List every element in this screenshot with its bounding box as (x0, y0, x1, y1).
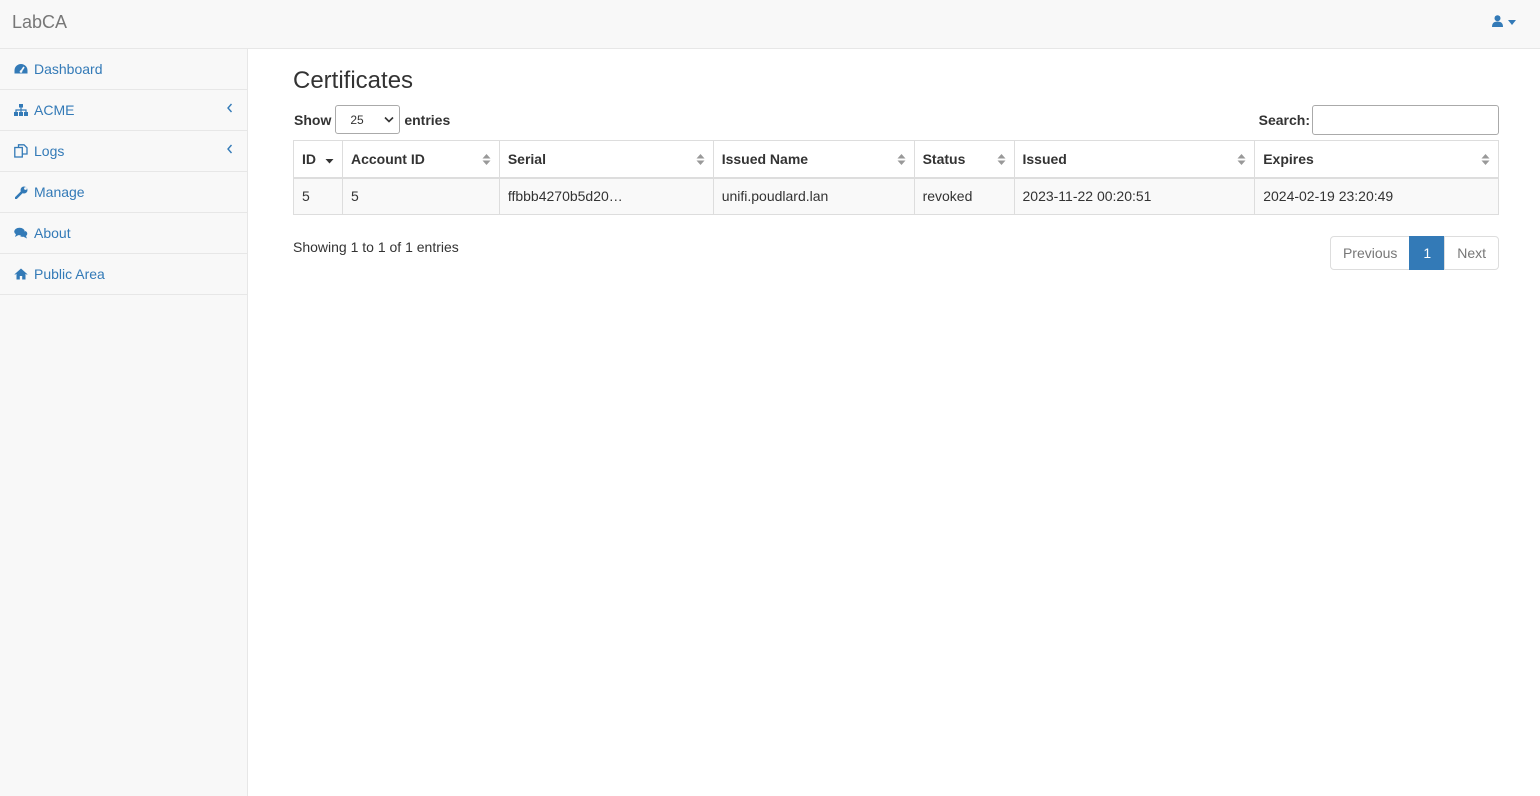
cell-id: 5 (293, 177, 343, 215)
chevron-down-icon (384, 116, 394, 123)
column-header-serial[interactable]: Serial (498, 140, 714, 179)
column-header-label: Issued Name (721, 150, 809, 167)
top-navbar: LabCA (0, 0, 1540, 49)
sidebar-item-public-area[interactable]: Public Area (0, 254, 247, 295)
previous-page-button[interactable]: Previous (1329, 236, 1411, 270)
copy-icon (14, 144, 28, 158)
sort-icon (1481, 154, 1490, 165)
sidebar-item-label: About (34, 225, 71, 241)
comments-icon (14, 226, 28, 240)
sidebar: Dashboard ACME Logs Manage About Public … (0, 49, 248, 796)
cell-issued-name: unifi.poudlard.lan (712, 177, 915, 215)
sidebar-item-logs[interactable]: Logs (0, 131, 247, 172)
sidebar-item-about[interactable]: About (0, 213, 247, 254)
show-label: Show (294, 111, 332, 128)
sidebar-item-label: Public Area (34, 266, 105, 282)
sidebar-item-manage[interactable]: Manage (0, 172, 247, 213)
caret-down-icon (1508, 20, 1516, 25)
page-title: Certificates (293, 67, 414, 94)
sort-icon (696, 154, 705, 165)
pagination: Previous 1 Next (1329, 236, 1499, 270)
sort-icon (897, 154, 906, 165)
sidebar-item-label: ACME (34, 102, 75, 118)
column-header-id[interactable]: ID (293, 140, 343, 179)
column-header-label: Serial (507, 150, 546, 167)
page-length-select[interactable]: 25 (335, 105, 401, 134)
column-header-label: Issued (1022, 150, 1067, 167)
sitemap-icon (14, 103, 28, 117)
sort-icon (1237, 154, 1246, 165)
chevron-left-icon (227, 103, 233, 113)
page-length-value: 25 (350, 112, 364, 127)
next-page-button[interactable]: Next (1444, 236, 1499, 270)
sort-desc-icon (325, 159, 334, 164)
column-header-account-id[interactable]: Account ID (341, 140, 500, 179)
wrench-icon (14, 185, 28, 199)
sidebar-item-label: Dashboard (34, 61, 103, 77)
user-icon (1492, 14, 1503, 30)
column-header-issued[interactable]: Issued (1013, 140, 1256, 179)
column-header-label: Expires (1263, 150, 1314, 167)
cell-status: revoked (913, 177, 1015, 215)
table-info: Showing 1 to 1 of 1 entries (293, 239, 459, 255)
table-header-row: ID Account ID Serial Issued Name Status (293, 140, 1499, 179)
column-header-label: Status (922, 150, 966, 167)
column-header-label: ID (302, 150, 316, 167)
sidebar-item-dashboard[interactable]: Dashboard (0, 49, 247, 90)
sidebar-item-acme[interactable]: ACME (0, 90, 247, 131)
brand-logo[interactable]: LabCA (12, 12, 67, 33)
table-row[interactable]: 5 5 ffbbb4270b5d20… unifi.poudlard.lan r… (293, 177, 1499, 215)
page-1-button[interactable]: 1 (1409, 236, 1446, 270)
column-header-status[interactable]: Status (913, 140, 1015, 179)
search-control: Search: (1259, 105, 1499, 135)
cell-issued: 2023-11-22 00:20:51 (1013, 177, 1256, 215)
cell-serial: ffbbb4270b5d20… (498, 177, 714, 215)
sidebar-item-label: Logs (34, 143, 65, 159)
chevron-left-icon (227, 144, 233, 154)
column-header-label: Account ID (350, 150, 425, 167)
dashboard-icon (14, 62, 28, 76)
sort-icon (482, 154, 491, 165)
cell-account-id: 5 (341, 177, 500, 215)
search-input[interactable] (1312, 105, 1499, 135)
cell-expires: 2024-02-19 23:20:49 (1254, 177, 1499, 215)
search-label: Search: (1258, 112, 1310, 128)
column-header-expires[interactable]: Expires (1254, 140, 1499, 179)
entries-label: entries (404, 111, 451, 128)
sidebar-item-label: Manage (34, 184, 85, 200)
home-icon (14, 267, 28, 281)
user-menu-toggle[interactable] (1492, 14, 1516, 30)
sort-icon (997, 154, 1005, 165)
column-header-issued-name[interactable]: Issued Name (712, 140, 915, 179)
page-length-control: Show 25 entries (294, 105, 450, 134)
certificates-table: ID Account ID Serial Issued Name Status (293, 140, 1499, 215)
